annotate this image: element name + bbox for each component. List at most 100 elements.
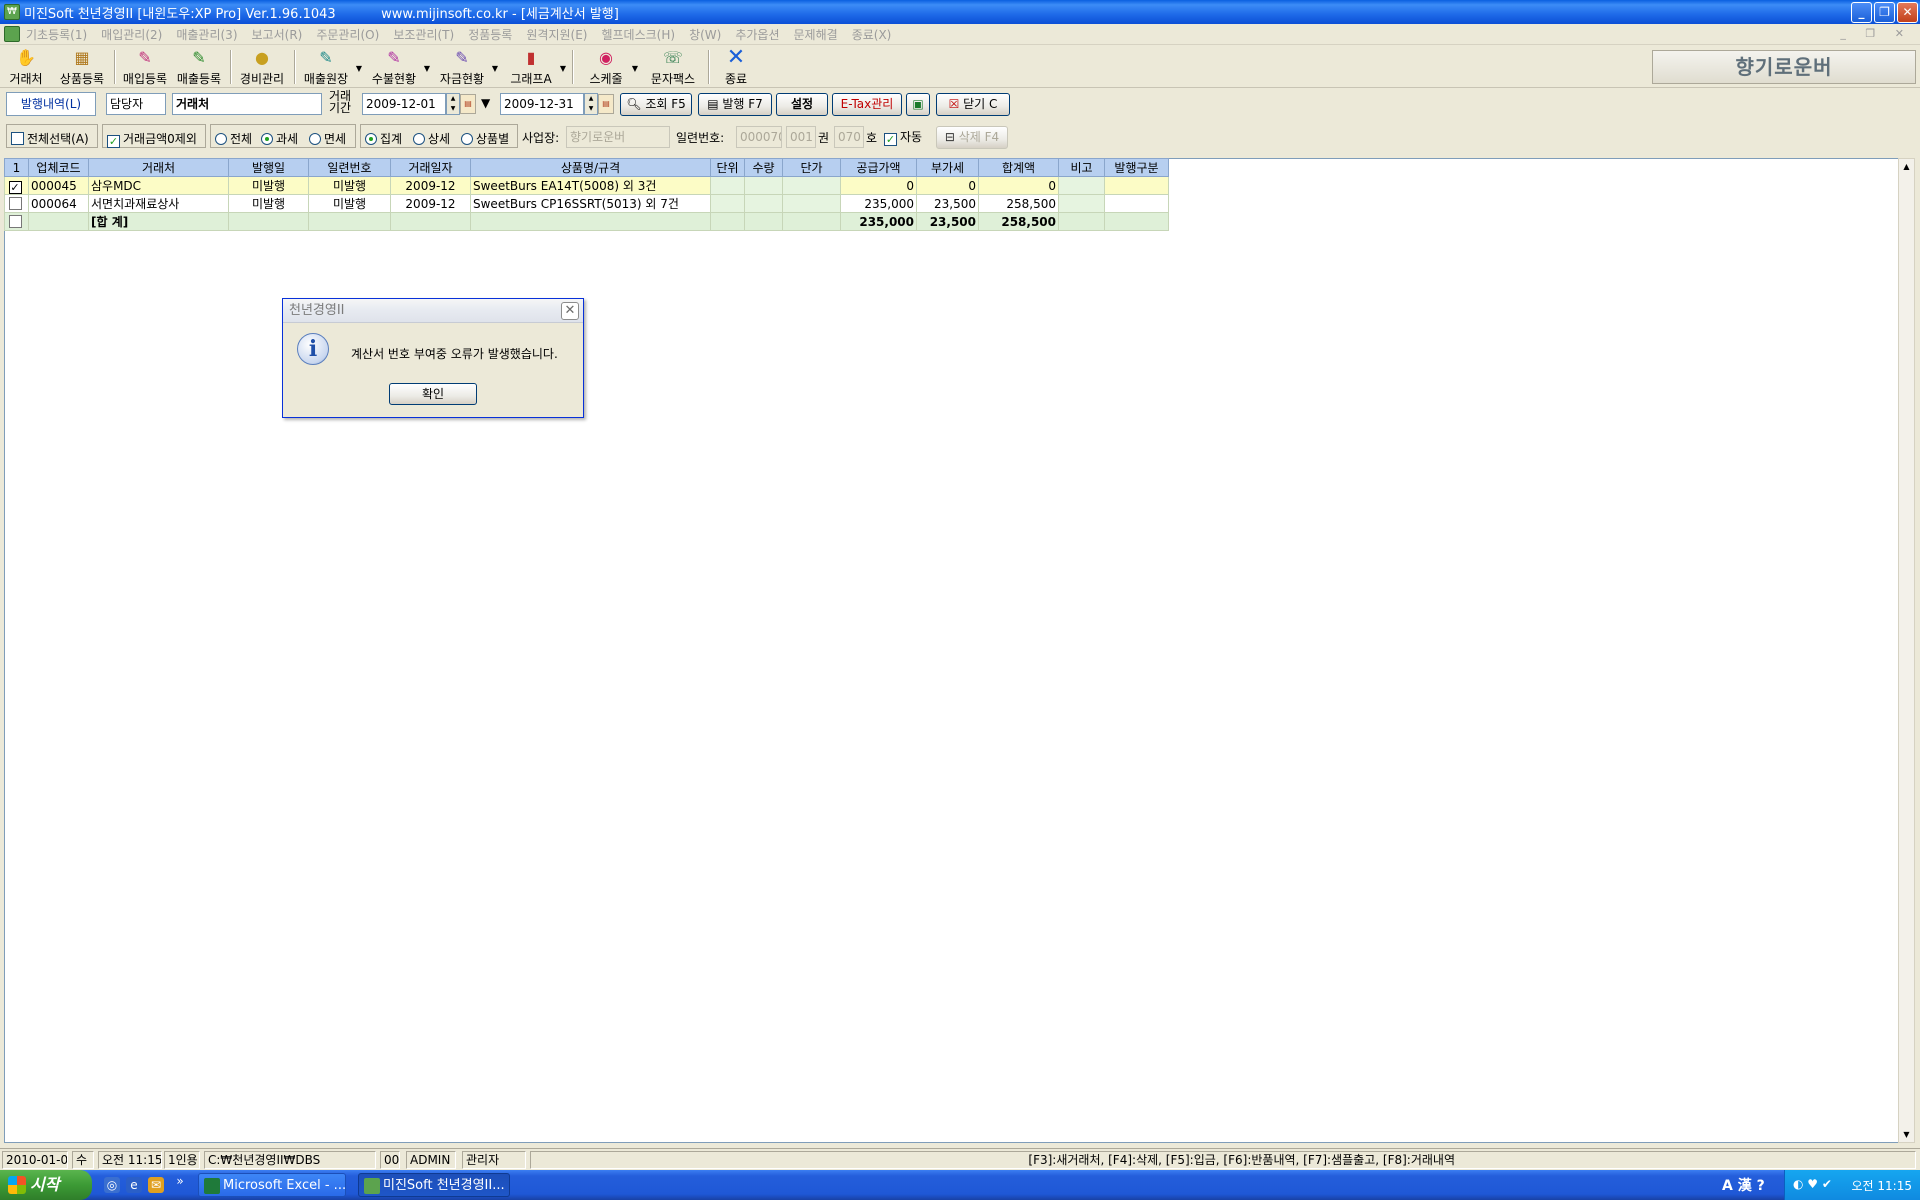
vertical-scrollbar[interactable]: ▲ ▼	[1898, 158, 1915, 1143]
radio-tax-taxable[interactable]: 과세	[261, 130, 298, 147]
restore-button[interactable]: ❐	[1874, 2, 1895, 23]
tray-icons[interactable]: ◐ ♥ ✔	[1793, 1177, 1832, 1191]
chevron-down-icon[interactable]: ▼	[492, 64, 498, 73]
serial-field-3[interactable]: 070	[834, 126, 864, 148]
menu-help[interactable]: 헬프데스크(H)	[601, 26, 675, 43]
partner-field[interactable]: 거래처	[172, 93, 322, 115]
col-header-partner[interactable]: 거래처	[88, 158, 229, 177]
menu-sales[interactable]: 매출관리(3)	[176, 26, 237, 43]
calendar-icon[interactable]: ▤	[460, 94, 476, 114]
toolbar-exit-button[interactable]: ✕ 종료	[718, 47, 754, 87]
col-header-supply[interactable]: 공급가액	[840, 158, 917, 177]
task-mijinsoft[interactable]: 미진Soft 천년경영II...	[358, 1173, 510, 1197]
date-to-field[interactable]: 2009-12-31	[500, 93, 584, 115]
table-row[interactable]: ✓ 000045 삼우MDC 미발행 미발행 2009-12 SweetBurs…	[4, 176, 1169, 195]
chevron-down-icon[interactable]: ▼	[632, 64, 638, 73]
col-header-total[interactable]: 합계액	[978, 158, 1059, 177]
serial-field-2[interactable]: 001	[786, 126, 816, 148]
row-checkbox[interactable]	[4, 194, 29, 213]
tab-issue-history[interactable]: 발행내역(L)	[6, 92, 96, 116]
ok-button[interactable]: 확인	[389, 383, 477, 405]
delete-button[interactable]: ⊟ 삭제 F4	[936, 126, 1008, 149]
col-header-vat[interactable]: 부가세	[916, 158, 979, 177]
search-button[interactable]: 🔍︎ 조회 F5	[620, 93, 692, 116]
biz-select[interactable]: 향기로운버	[566, 126, 670, 148]
minimize-button[interactable]: _	[1851, 2, 1872, 23]
radio-view-detail[interactable]: 상세	[413, 130, 450, 147]
chevron-down-icon[interactable]: ▼	[560, 64, 566, 73]
menu-exit[interactable]: 종료(X)	[852, 26, 892, 43]
date-to-spinner[interactable]: ▲ ▼	[584, 93, 598, 115]
menu-basic[interactable]: 기초등록(1)	[26, 26, 87, 43]
menu-report[interactable]: 보고서(R)	[252, 26, 303, 43]
toolbar-expense-button[interactable]: ● 경비관리	[236, 48, 288, 86]
manager-field[interactable]: 담당자	[106, 93, 166, 115]
start-button[interactable]: 시작	[0, 1170, 92, 1200]
menu-options[interactable]: 추가옵션	[735, 26, 779, 43]
toolbar-schedule-button[interactable]: ◉ 스케줄 ▼	[584, 48, 638, 86]
toolbar-sms-fax-button[interactable]: ☏ 문자팩스	[646, 48, 700, 86]
menu-register[interactable]: 정품등록	[468, 26, 512, 43]
scroll-down-icon[interactable]: ▼	[1899, 1127, 1914, 1142]
col-header-issue-type[interactable]: 발행구분	[1104, 158, 1169, 177]
calendar-icon[interactable]: ▤	[598, 94, 614, 114]
ie-icon[interactable]: e	[126, 1177, 142, 1193]
mdi-child-icon[interactable]	[4, 26, 20, 42]
menu-window[interactable]: 창(W)	[689, 26, 721, 43]
dialog-close-icon[interactable]: ✕	[561, 302, 579, 320]
settings-button[interactable]: 설정	[776, 93, 828, 116]
toolbar-partner-button[interactable]: ✋ 거래처	[6, 48, 46, 86]
col-header-index[interactable]: 1	[4, 158, 29, 177]
toolbar-funds-button[interactable]: ✎ 자금현황 ▼	[436, 48, 498, 86]
col-header-qty[interactable]: 수량	[744, 158, 783, 177]
toolbar-purchase-button[interactable]: ✎ 매입등록	[120, 48, 170, 86]
row-checkbox[interactable]	[4, 212, 29, 231]
handshake-icon: ✋	[16, 48, 36, 67]
excel-icon[interactable]: ▣	[906, 93, 930, 116]
date-from-field[interactable]: 2009-12-01	[362, 93, 446, 115]
select-all-checkbox[interactable]: 전체선택(A)	[11, 130, 89, 147]
mail-icon[interactable]: ✉	[148, 1177, 164, 1193]
menu-order[interactable]: 주문관리(O)	[316, 26, 379, 43]
menu-troubleshoot[interactable]: 문제해결	[794, 26, 838, 43]
toolbar-graph-button[interactable]: ▮ 그래프A ▼	[506, 48, 566, 86]
radio-tax-all[interactable]: 전체	[215, 130, 252, 147]
task-excel[interactable]: Microsoft Excel - ...	[198, 1173, 346, 1197]
table-row[interactable]: 000064 서면치과재료상사 미발행 미발행 2009-12 SweetBur…	[4, 194, 1169, 213]
auto-checkbox[interactable]: ✓ 자동	[884, 128, 922, 146]
col-header-trade-date[interactable]: 거래일자	[390, 158, 471, 177]
col-header-product[interactable]: 상품명/규격	[470, 158, 711, 177]
menu-remote[interactable]: 원격지원(E)	[526, 26, 587, 43]
col-header-note[interactable]: 비고	[1058, 158, 1105, 177]
date-from-spinner[interactable]: ▲ ▼	[446, 93, 460, 115]
radio-tax-exempt[interactable]: 면세	[309, 130, 346, 147]
dropdown-arrow-icon[interactable]: ▼	[481, 96, 490, 110]
col-header-serial[interactable]: 일련번호	[308, 158, 391, 177]
toolbar-product-button[interactable]: ▦ 상품등록	[56, 48, 108, 86]
col-header-price[interactable]: 단가	[782, 158, 841, 177]
toolbar-inventory-button[interactable]: ✎ 수불현황 ▼	[368, 48, 430, 86]
quicklaunch-more-icon[interactable]: »	[172, 1173, 188, 1189]
col-header-issue-date[interactable]: 발행일	[228, 158, 309, 177]
chevron-down-icon[interactable]: ▼	[356, 64, 362, 73]
row-checkbox[interactable]: ✓	[4, 176, 29, 195]
exclude-zero-checkbox[interactable]: ✓ 거래금액0제외	[107, 130, 197, 148]
col-header-code[interactable]: 업체코드	[28, 158, 89, 177]
issue-button[interactable]: ▤ 발행 F7	[698, 93, 772, 116]
language-bar[interactable]: A 漢 ?	[1722, 1175, 1765, 1195]
etax-button[interactable]: E-Tax관리	[832, 93, 902, 116]
radio-view-product[interactable]: 상품별	[461, 130, 509, 147]
scroll-up-icon[interactable]: ▲	[1899, 159, 1914, 174]
quicklaunch-app-icon[interactable]: ◎	[104, 1177, 120, 1193]
radio-view-sum[interactable]: 집계	[365, 130, 402, 147]
toolbar-sales-button[interactable]: ✎ 매출등록	[174, 48, 224, 86]
menu-aux[interactable]: 보조관리(T)	[393, 26, 454, 43]
close-view-button[interactable]: ☒ 닫기 C	[936, 93, 1010, 116]
mdi-controls[interactable]: _ ❐ ✕	[1840, 27, 1912, 40]
menu-purchase[interactable]: 매입관리(2)	[101, 26, 162, 43]
close-button[interactable]: ✕	[1897, 2, 1918, 23]
toolbar-ledger-button[interactable]: ✎ 매출원장 ▼	[300, 48, 362, 86]
chevron-down-icon[interactable]: ▼	[424, 64, 430, 73]
serial-field-1[interactable]: 000070	[736, 126, 782, 148]
col-header-unit[interactable]: 단위	[710, 158, 745, 177]
